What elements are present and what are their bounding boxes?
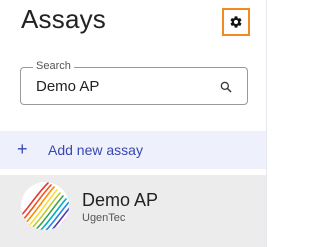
assay-organization: UgenTec (82, 212, 126, 224)
search-input-value: Demo AP (36, 78, 100, 95)
add-new-assay-label: Add new assay (48, 142, 143, 158)
search-label: Search (33, 59, 74, 73)
panel-divider (266, 0, 267, 247)
assay-list-item[interactable]: Demo AP UgenTec (0, 175, 266, 247)
ugentec-logo (21, 182, 69, 230)
assay-name: Demo AP (82, 190, 159, 210)
add-new-assay-button[interactable]: + Add new assay (0, 131, 266, 169)
gear-icon (230, 16, 242, 28)
page-title: Assays (21, 4, 107, 34)
plus-icon: + (17, 139, 28, 159)
settings-button[interactable] (222, 8, 250, 36)
assays-panel: Assays Demo AP Search + Add new assay De… (0, 0, 267, 247)
search-icon[interactable] (219, 80, 233, 94)
